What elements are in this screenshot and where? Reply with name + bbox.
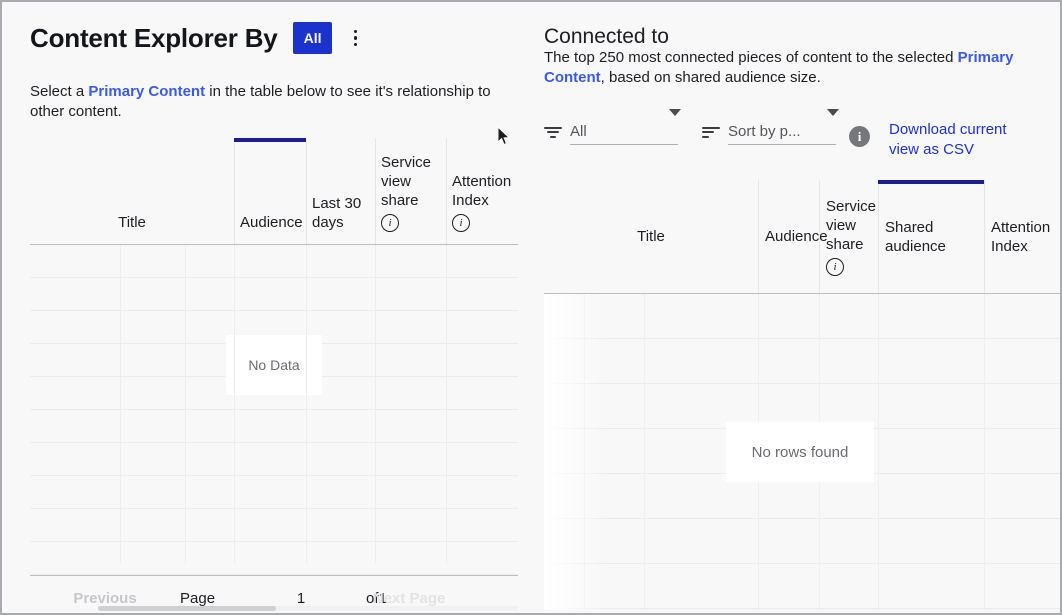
page-header: Content Explorer By All [30, 22, 364, 54]
sort-value: Sort by p... [728, 123, 801, 140]
table-row[interactable] [30, 443, 518, 476]
column-header-label: Title [118, 214, 146, 231]
table-body: No rows found [544, 294, 1060, 610]
column-header-shared-audience[interactable]: Shared audience [878, 180, 984, 293]
empty-state-message: No rows found [726, 422, 874, 482]
column-divider [306, 245, 307, 563]
column-header-attention-index[interactable]: Attention Index [984, 180, 1060, 293]
table-footer-divider [30, 575, 518, 576]
description-line1: The top 250 most connected pieces of con… [544, 49, 954, 66]
column-header-label: Audience [240, 214, 303, 231]
page-label: Page [180, 589, 216, 607]
next-page-button[interactable]: Next Page [373, 590, 446, 607]
table-row[interactable] [30, 476, 518, 509]
description-after: , based on shared audience size. [600, 69, 821, 86]
column-header-label: Attention Index [991, 218, 1051, 255]
table-body: No Data [30, 245, 518, 575]
filter-value: All [570, 123, 587, 140]
table-header-row: Title Audience Service view share i Shared a… [544, 180, 1060, 294]
column-divider [185, 245, 186, 563]
connected-to-title: Connected to [544, 25, 669, 48]
column-header-title[interactable]: Title [30, 138, 234, 244]
connected-content-table: Title Audience Service view share i Shared a… [544, 180, 1060, 610]
sort-control[interactable]: Sort by p... [702, 109, 839, 145]
download-csv-link[interactable]: Download current view as CSV [889, 120, 1029, 160]
previous-page-button[interactable]: Previous [30, 590, 180, 607]
column-header-title[interactable]: Title [544, 180, 758, 293]
filter-select[interactable]: All [570, 109, 681, 145]
column-header-label: Shared audience [885, 218, 946, 255]
info-icon[interactable]: i [381, 214, 399, 232]
column-divider [984, 294, 985, 610]
table-row[interactable] [30, 278, 518, 311]
left-panel: Content Explorer By All Select a Primary… [2, 2, 536, 613]
column-divider [878, 294, 879, 610]
column-header-audience[interactable]: Audience [758, 180, 828, 293]
horizontal-scrollbar-thumb[interactable] [98, 606, 276, 611]
content-explorer-table: Title Audience Last 30 days Service view sh… [30, 138, 518, 576]
info-icon[interactable]: i [452, 214, 470, 232]
filter-icon[interactable] [544, 122, 562, 145]
all-filter-button[interactable]: All [292, 22, 333, 54]
more-vertical-icon[interactable] [346, 24, 364, 52]
column-divider [584, 294, 585, 610]
sort-icon[interactable] [702, 122, 720, 145]
page-number-input[interactable]: 1 [236, 590, 366, 607]
column-header-label: Attention Index [452, 173, 512, 209]
column-header-service-view-share[interactable]: Service view share i [375, 138, 446, 244]
column-divider [446, 245, 447, 563]
column-header-label: Last 30 days [312, 195, 362, 231]
right-panel: Connected to The top 250 most connected … [536, 2, 1060, 613]
column-header-label: Service view share [381, 154, 432, 209]
column-header-label: Service view share [826, 198, 877, 253]
column-divider [120, 245, 121, 563]
primary-content-link[interactable]: Primary Content [88, 83, 205, 100]
empty-state-message: No Data [226, 335, 322, 395]
column-header-service-view-share[interactable]: Service view share i [819, 180, 878, 293]
page-subtitle: Select a Primary Content in the table be… [30, 82, 512, 122]
table-row[interactable] [30, 542, 518, 575]
table-header-row: Title Audience Last 30 days Service view sh… [30, 138, 518, 245]
table-row[interactable] [30, 410, 518, 443]
column-divider [234, 245, 235, 563]
info-icon[interactable]: i [826, 258, 844, 276]
info-icon[interactable]: i [849, 126, 870, 147]
subtitle-before: Select a [30, 83, 89, 100]
column-header-audience[interactable]: Audience [234, 138, 306, 244]
table-row[interactable] [30, 245, 518, 278]
filter-control[interactable]: All [544, 109, 681, 145]
chevron-down-icon[interactable] [827, 109, 839, 116]
column-divider [644, 294, 645, 610]
column-header-attention-index[interactable]: Attention Index i [446, 138, 518, 244]
column-divider [375, 245, 376, 563]
column-header-label: Title [637, 228, 665, 245]
connected-to-description: The top 250 most connected pieces of con… [544, 48, 1014, 88]
column-header-last-30-days[interactable]: Last 30 days [306, 138, 375, 244]
page-title: Content Explorer By [30, 22, 278, 53]
table-row[interactable] [30, 509, 518, 542]
sort-select[interactable]: Sort by p... [728, 109, 839, 145]
chevron-down-icon[interactable] [669, 109, 681, 116]
content-explorer-page: Content Explorer By All Select a Primary… [0, 0, 1062, 615]
